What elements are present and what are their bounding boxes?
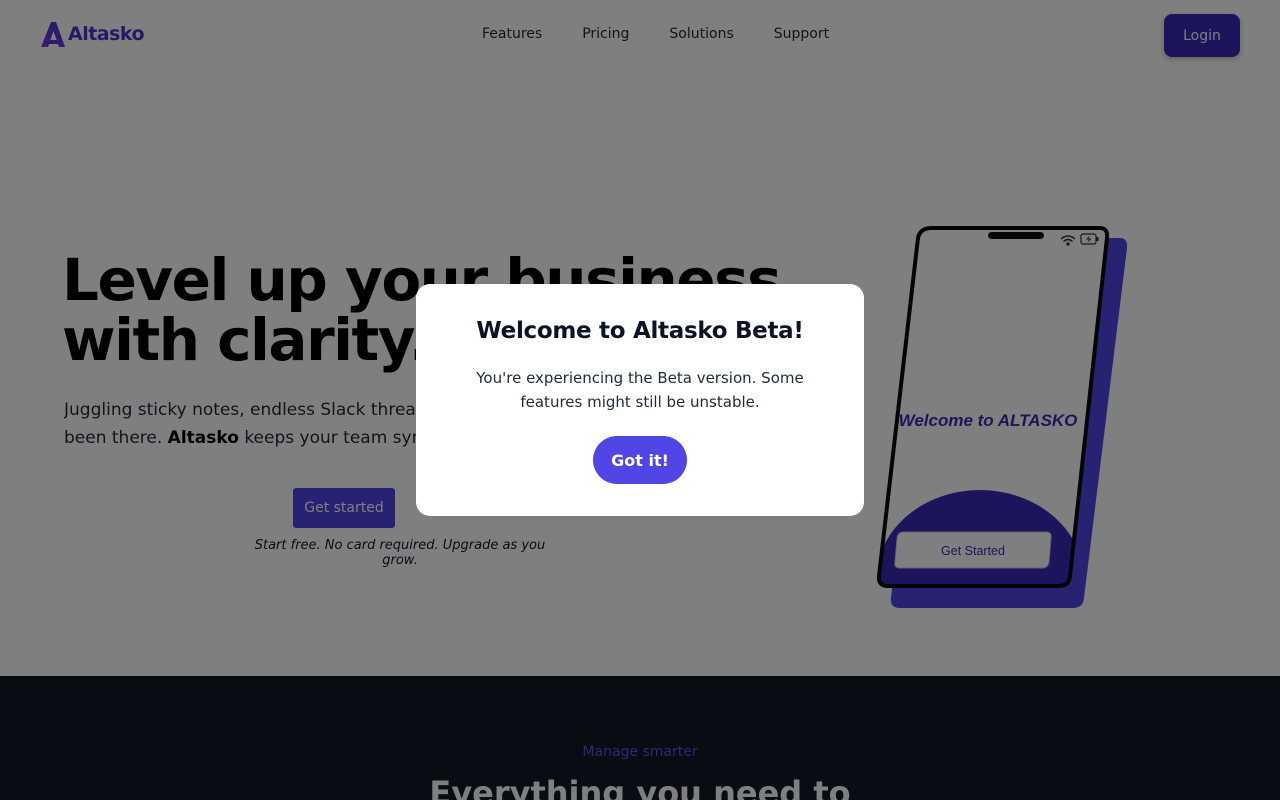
beta-welcome-modal: Welcome to Altasko Beta! You're experien… — [416, 284, 864, 516]
modal-body: You're experiencing the Beta version. So… — [476, 369, 804, 411]
got-it-button[interactable]: Got it! — [593, 436, 687, 484]
modal-title: Welcome to Altasko Beta! — [476, 318, 804, 344]
